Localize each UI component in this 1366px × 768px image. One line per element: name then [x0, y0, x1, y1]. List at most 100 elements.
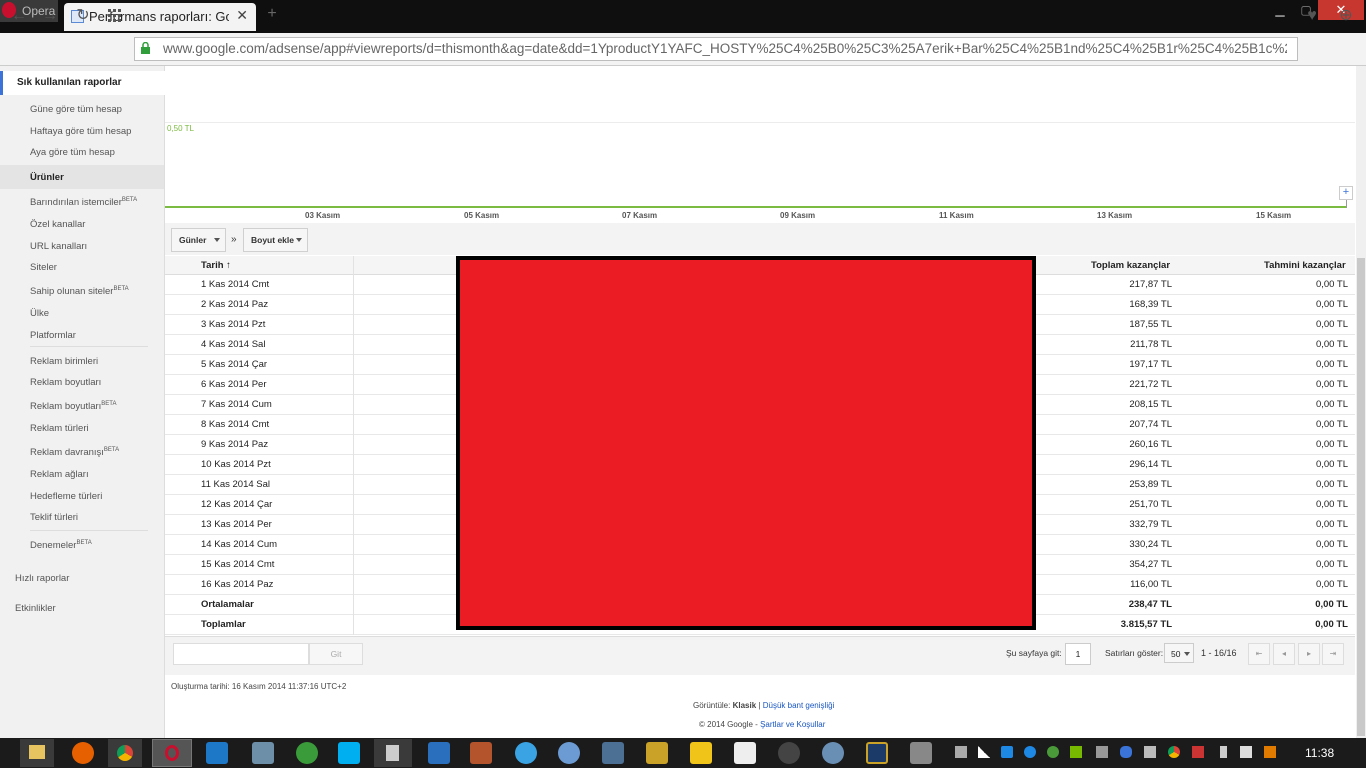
folder-icon [29, 745, 45, 759]
sidebar-item-products[interactable]: Ürünler [30, 172, 64, 183]
notepad-icon[interactable] [428, 742, 450, 764]
cell-date: 16 Kas 2014 Paz [201, 579, 274, 590]
sidebar-item-sites[interactable]: Siteler [30, 262, 57, 273]
prev-page-icon[interactable]: ◂ [1273, 643, 1295, 665]
sidebar-item-ad-behavior[interactable]: Reklam davranışıBETA [30, 447, 119, 458]
back-arrow-icon[interactable]: ← [9, 6, 29, 26]
device-manager-icon[interactable] [602, 742, 624, 764]
usb-icon[interactable] [1096, 746, 1108, 758]
tray-green-icon[interactable] [1047, 746, 1059, 758]
sidebar-item-targeting-types[interactable]: Hedefleme türleri [30, 491, 102, 502]
battery-icon[interactable] [1220, 746, 1227, 758]
speed-dial-grid-icon[interactable] [105, 6, 125, 26]
column-date-header[interactable]: Tarih ↑ [201, 260, 231, 271]
sort-asc-icon: ↑ [226, 260, 231, 271]
sidebar-item-owned-sites[interactable]: Sahip olunan sitelerBETA [30, 286, 129, 297]
beta-badge: BETA [121, 197, 138, 203]
taskbar-chrome-button[interactable] [108, 739, 142, 767]
sidebar-item-weekly[interactable]: Haftaya göre tüm hesap [30, 126, 131, 137]
taskbar-calculator-button[interactable] [374, 739, 412, 767]
sidebar-item-ad-types[interactable]: Reklam türleri [30, 423, 89, 434]
minimize-icon[interactable]: ▁ [1270, 0, 1290, 22]
reload-icon[interactable]: ↻ [73, 6, 93, 26]
monitor-icon[interactable] [910, 742, 932, 764]
app-window-icon[interactable] [206, 742, 228, 764]
x-app-icon[interactable] [690, 742, 712, 764]
chrome-tray-icon[interactable] [1168, 746, 1180, 758]
scrollbar-thumb[interactable] [1357, 258, 1365, 736]
taskbar-opera-button[interactable] [152, 739, 192, 767]
network-icon[interactable] [515, 742, 537, 764]
no-device-icon[interactable] [1192, 746, 1204, 758]
sidebar-item-ad-units[interactable]: Reklam birimleri [30, 356, 98, 367]
sidebar-item-platforms[interactable]: Platformlar [30, 330, 76, 341]
printer-icon[interactable] [1144, 746, 1156, 758]
refresh-app-icon[interactable] [822, 742, 844, 764]
league-icon[interactable] [866, 742, 888, 764]
sidebar-item-experiments[interactable]: DenemelerBETA [30, 540, 92, 551]
forward-arrow-icon[interactable]: → [40, 6, 60, 26]
sidebar-quick-reports[interactable]: Hızlı raporlar [15, 573, 69, 584]
tray-app-icon[interactable] [1001, 746, 1013, 758]
sidebar-item-daily[interactable]: Güne göre tüm hesap [30, 104, 122, 115]
globe-app-icon[interactable] [296, 742, 318, 764]
cell-total-earnings: 217,87 TL [1129, 279, 1172, 290]
bluetooth-icon[interactable] [1120, 746, 1132, 758]
media-icon[interactable] [470, 742, 492, 764]
page-number-input[interactable]: 1 [1065, 643, 1091, 665]
cell-total-earnings: 208,15 TL [1129, 399, 1172, 410]
running-app-icon[interactable] [734, 742, 756, 764]
chart-expand-button[interactable]: + [1339, 186, 1353, 200]
speaker-alert-icon[interactable] [1264, 746, 1276, 758]
nvidia-icon[interactable] [1070, 746, 1082, 758]
clock[interactable]: 11:38 [1305, 746, 1334, 760]
separator: | [758, 701, 761, 710]
tab-close-icon[interactable]: ✕ [236, 7, 248, 24]
sidebar-item-custom-channels[interactable]: Özel kanallar [30, 219, 85, 230]
sidebar-item-url-channels[interactable]: URL kanalları [30, 241, 87, 252]
new-tab-button[interactable]: + [264, 6, 280, 22]
sidebar-item-ad-sizes[interactable]: Reklam boyutları [30, 377, 101, 388]
taskbar-explorer-button[interactable] [20, 739, 54, 767]
search-app-icon[interactable] [558, 742, 580, 764]
column-total-earnings-header[interactable]: Toplam kazançlar [1091, 260, 1170, 271]
settings-app-icon[interactable] [252, 742, 274, 764]
volume-icon[interactable] [1240, 746, 1252, 758]
sidebar-item-ad-sizes-beta[interactable]: Reklam boyutlarıBETA [30, 401, 117, 412]
add-dimension-dropdown[interactable]: Boyut ekle [243, 228, 308, 252]
sidebar-frequent-reports[interactable]: Sık kullanılan raporlar [17, 77, 121, 88]
sidebar-item-hosted-clients[interactable]: Barındırılan istemcilerBETA [30, 197, 137, 208]
view-low-bandwidth-link[interactable]: Düşük bant genişliği [763, 701, 835, 710]
last-page-icon[interactable]: ⇥ [1322, 643, 1344, 665]
firefox-icon[interactable] [72, 742, 94, 764]
info-icon[interactable] [1024, 746, 1036, 758]
copyright: © 2014 Google - Şartlar ve Koşullar [699, 720, 825, 729]
download-icon[interactable]: ⊕ [1336, 6, 1356, 26]
beta-badge: BETA [113, 286, 129, 292]
cell-estimated-earnings: 0,00 TL [1315, 419, 1348, 430]
group-by-dropdown[interactable]: Günler [171, 228, 226, 252]
view-classic-link[interactable]: Klasik [733, 701, 757, 710]
column-estimated-earnings-header[interactable]: Tahmini kazançlar [1264, 260, 1346, 271]
sidebar-item-ad-networks[interactable]: Reklam ağları [30, 469, 89, 480]
stash-heart-icon[interactable]: ♥ [1302, 6, 1322, 26]
sidebar-item-country[interactable]: Ülke [30, 308, 49, 319]
signal-icon[interactable] [978, 746, 990, 758]
copyright-text: © 2014 Google - [699, 720, 758, 729]
sidebar-item-monthly[interactable]: Aya göre tüm hesap [30, 147, 115, 158]
filter-input[interactable] [173, 643, 309, 665]
sidebar-activities[interactable]: Etkinlikler [15, 603, 56, 614]
tray-display-icon[interactable] [955, 746, 967, 758]
go-button[interactable]: Git [309, 643, 363, 665]
next-page-icon[interactable]: ▸ [1298, 643, 1320, 665]
terms-link[interactable]: Şartlar ve Koşullar [760, 720, 825, 729]
chevron-down-icon [214, 238, 220, 242]
cell-total-earnings: 211,78 TL [1130, 339, 1172, 350]
first-page-icon[interactable]: ⇤ [1248, 643, 1270, 665]
tool-icon[interactable] [646, 742, 668, 764]
steam-icon[interactable] [778, 742, 800, 764]
address-bar[interactable]: www.google.com/adsense/app#viewreports/d… [134, 37, 1298, 61]
rows-per-page-select[interactable]: 50 [1164, 643, 1194, 663]
skype-icon[interactable] [338, 742, 360, 764]
sidebar-item-bid-types[interactable]: Teklif türleri [30, 512, 78, 523]
